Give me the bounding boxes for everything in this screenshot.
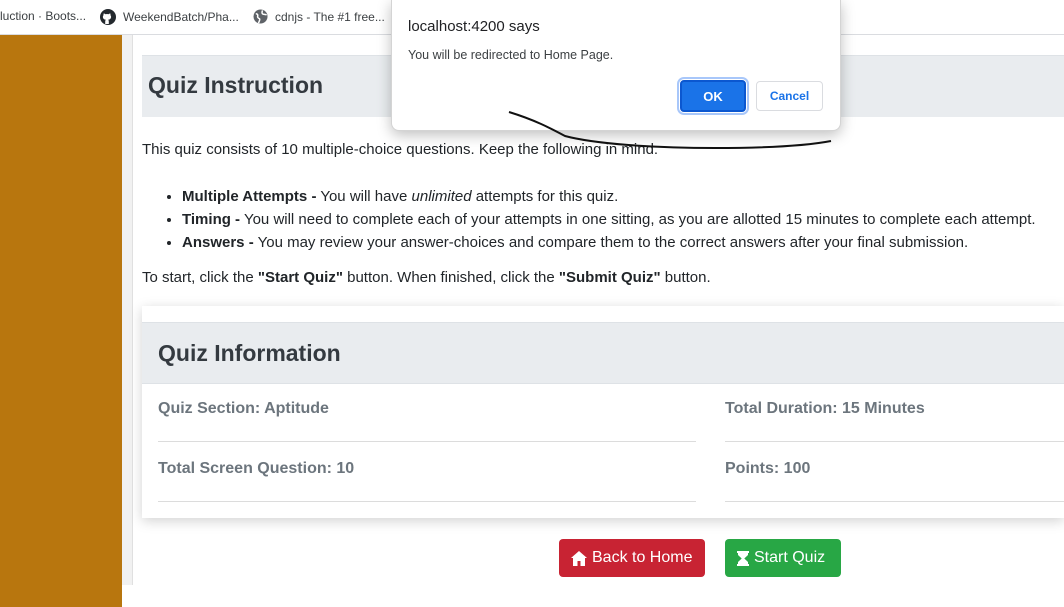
- divider: [158, 501, 696, 502]
- bookmark-cdnjs[interactable]: cdnjs - The #1 free...: [253, 9, 385, 24]
- dialog-title: localhost:4200 says: [408, 18, 540, 35]
- start-note-submit-ref: "Submit Quiz": [558, 269, 661, 286]
- bookmark-bootstrap[interactable]: luction · Boots...: [0, 9, 86, 23]
- start-note-text: button. When finished, click the: [342, 269, 559, 286]
- annotation-scribble: [508, 111, 832, 150]
- instruction-title: Quiz Instruction: [148, 72, 324, 98]
- divider: [725, 441, 1064, 442]
- home-icon: [571, 550, 587, 566]
- start-note: To start, click the "Start Quiz" button.…: [142, 269, 711, 286]
- divider: [158, 441, 696, 442]
- back-to-home-button[interactable]: Back to Home: [559, 539, 705, 577]
- bookmark-label: WeekendBatch/Pha...: [123, 10, 239, 24]
- quiz-info-title: Quiz Information: [158, 340, 341, 366]
- start-quiz-button[interactable]: Start Quiz: [725, 539, 841, 577]
- sidebar: [0, 35, 122, 607]
- sidebar-gutter: [122, 35, 133, 585]
- dialog-cancel-button[interactable]: Cancel: [756, 81, 823, 111]
- start-note-text: button.: [660, 269, 711, 286]
- bookmark-label: cdnjs - The #1 free...: [275, 9, 385, 24]
- bookmark-label: luction · Boots...: [0, 9, 87, 23]
- rule-emphasis: unlimited: [411, 188, 472, 205]
- rule-answers: Answers - You may review your answer-cho…: [182, 231, 1036, 254]
- rule-term: Timing -: [182, 211, 241, 228]
- github-icon: [100, 9, 116, 25]
- rule-term: Multiple Attempts -: [182, 188, 317, 205]
- quiz-info-header: Quiz Information: [142, 322, 1064, 384]
- rule-multiple-attempts: Multiple Attempts - You will have unlimi…: [182, 185, 1036, 208]
- hourglass-icon: [737, 550, 749, 566]
- instruction-rules: Multiple Attempts - You will have unlimi…: [164, 185, 1036, 254]
- points: Points: 100: [725, 460, 811, 477]
- quiz-section: Quiz Section: Aptitude: [158, 400, 329, 417]
- rule-text: attempts for this quiz.: [471, 188, 619, 205]
- rule-term: Answers -: [182, 234, 254, 251]
- globe-icon: [253, 9, 268, 24]
- rule-timing: Timing - You will need to complete each …: [182, 208, 1036, 231]
- quiz-info-card: Quiz Information Quiz Section: Aptitude …: [142, 306, 1064, 518]
- bookmark-github[interactable]: WeekendBatch/Pha...: [100, 9, 239, 25]
- total-questions: Total Screen Question: 10: [158, 460, 355, 477]
- rule-text: You will have: [316, 188, 412, 205]
- start-quiz-label: Start Quiz: [754, 549, 826, 566]
- rule-text: You will need to complete each of your a…: [240, 211, 1036, 228]
- dialog-message: You will be redirected to Home Page.: [408, 48, 614, 62]
- back-to-home-label: Back to Home: [592, 549, 693, 566]
- total-duration: Total Duration: 15 Minutes: [725, 400, 925, 417]
- start-note-start-ref: "Start Quiz": [257, 269, 343, 286]
- rule-text: You may review your answer-choices and c…: [253, 234, 969, 251]
- start-note-text: To start, click the: [142, 269, 258, 286]
- divider: [725, 501, 1064, 502]
